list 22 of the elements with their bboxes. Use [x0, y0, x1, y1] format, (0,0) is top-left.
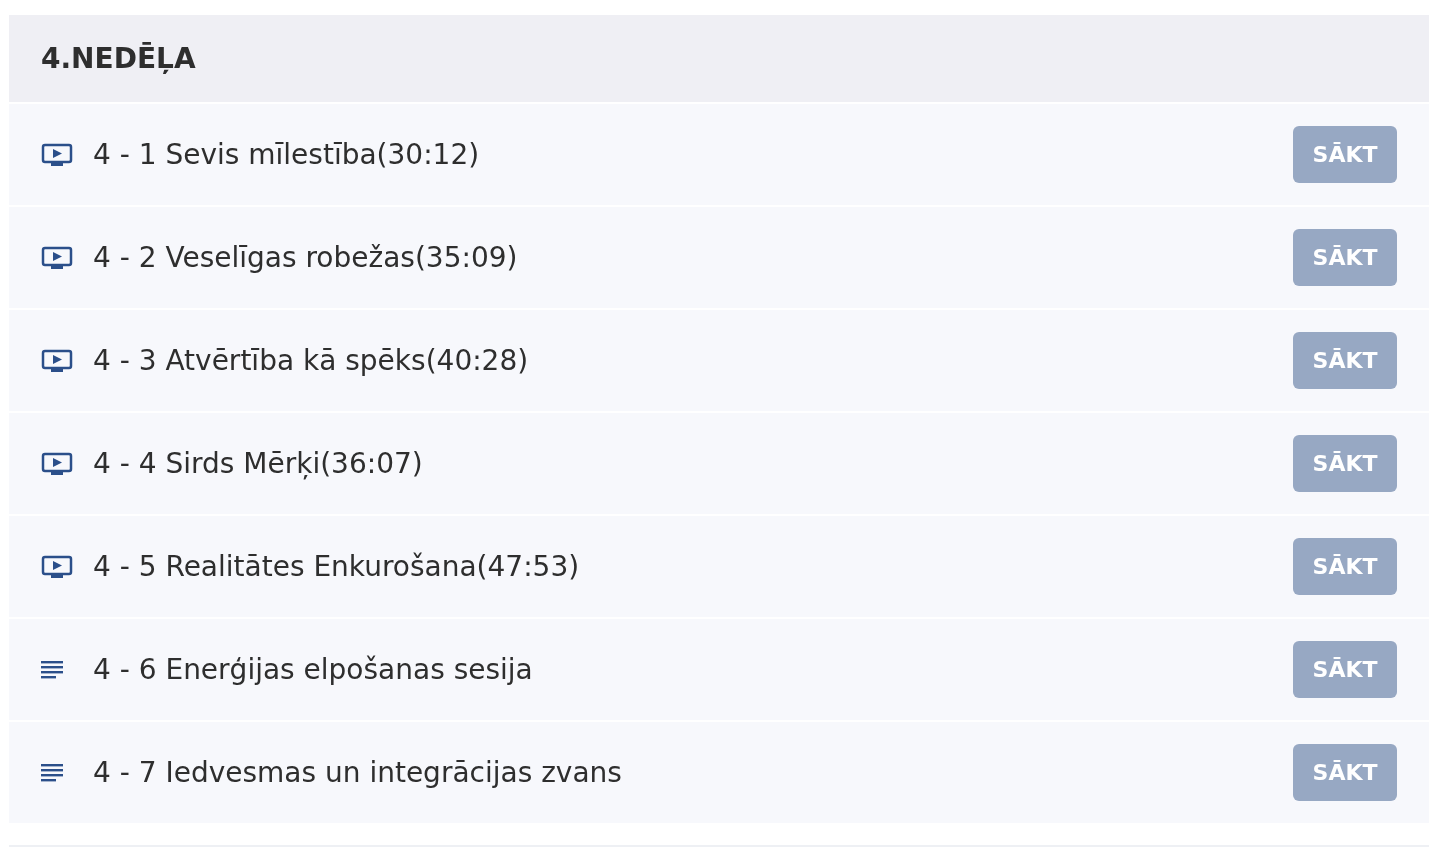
- lesson-row[interactable]: 4 - 3 Atvērtība kā spēks(40:28) SĀKT: [9, 310, 1429, 411]
- lesson-row[interactable]: 4 - 7 Iedvesmas un integrācijas zvans SĀKT: [9, 722, 1429, 823]
- lesson-title: 4 - 2 Veselīgas robežas(35:09): [93, 241, 519, 274]
- lesson-title: 4 - 6 Enerģijas elpošanas sesija: [93, 653, 534, 686]
- video-icon: [41, 348, 73, 373]
- text-lines-icon: [41, 660, 65, 679]
- lesson-title: 4 - 7 Iedvesmas un integrācijas zvans: [93, 756, 623, 789]
- lesson-row[interactable]: 4 - 4 Sirds Mērķi(36:07) SĀKT: [9, 413, 1429, 514]
- video-icon: [41, 142, 73, 167]
- lesson-title: 4 - 4 Sirds Mērķi(36:07): [93, 447, 424, 480]
- lesson-title: 4 - 5 Realitātes Enkurošana(47:53): [93, 550, 581, 583]
- video-icon: [41, 245, 73, 270]
- lesson-row[interactable]: 4 - 1 Sevis mīlestība(30:12) SĀKT: [9, 104, 1429, 205]
- lesson-row[interactable]: 4 - 2 Veselīgas robežas(35:09) SĀKT: [9, 207, 1429, 308]
- lesson-title: 4 - 3 Atvērtība kā spēks(40:28): [93, 344, 530, 377]
- lesson-row[interactable]: 4 - 6 Enerģijas elpošanas sesija SĀKT: [9, 619, 1429, 720]
- lesson-title: 4 - 1 Sevis mīlestība(30:12): [93, 138, 481, 171]
- video-icon: [41, 451, 73, 476]
- video-icon: [41, 554, 73, 579]
- text-lines-icon: [41, 763, 65, 782]
- lesson-row[interactable]: 4 - 5 Realitātes Enkurošana(47:53) SĀKT: [9, 516, 1429, 617]
- section-title: 4.NEDĒĻA: [41, 42, 196, 75]
